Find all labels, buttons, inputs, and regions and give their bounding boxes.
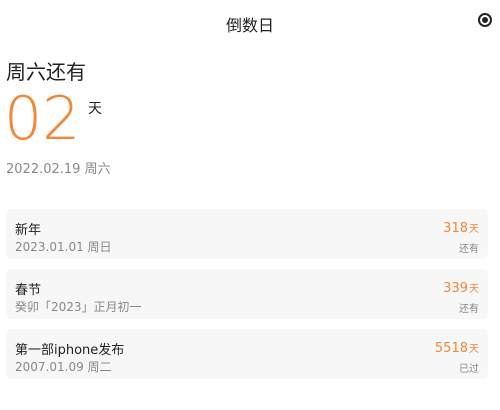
event-days-number: 5518	[434, 341, 468, 356]
event-status: 还有	[459, 304, 479, 315]
event-title: 新年	[15, 223, 42, 238]
hero-caption: 周六还有	[6, 60, 86, 84]
event-date: 2023.01.01 周日	[15, 240, 112, 254]
event-title: 春节	[15, 283, 42, 298]
hero-target-date: 2022.02.19 周六	[6, 162, 111, 177]
hero-days-unit: 天	[88, 101, 102, 117]
page-title: 倒数日	[225, 16, 274, 35]
event-list: 新年 2023.01.01 周日 318天 还有 春节 癸卯「2023」正月初一…	[6, 209, 488, 389]
event-days-unit: 天	[469, 344, 479, 355]
event-title: 第一部iphone发布	[15, 343, 125, 358]
record-target-icon[interactable]	[478, 13, 492, 27]
event-days-unit: 天	[469, 284, 479, 295]
nav-bar: 倒数日	[0, 0, 500, 44]
hero-days-count: 02	[4, 84, 81, 154]
event-days-unit: 天	[469, 224, 479, 235]
event-status: 还有	[459, 244, 479, 255]
countdown-page: 倒数日 周六还有 02 天 2022.02.19 周六 新年 2023.01.0…	[0, 0, 500, 410]
event-date: 癸卯「2023」正月初一	[15, 300, 142, 314]
event-days: 339天	[443, 280, 479, 296]
event-days-number: 318	[443, 221, 468, 236]
event-card-new-year[interactable]: 新年 2023.01.01 周日 318天 还有	[6, 209, 488, 259]
event-days: 318天	[443, 220, 479, 236]
event-date: 2007.01.09 周二	[15, 360, 112, 374]
record-dot	[482, 17, 488, 23]
event-status: 已过	[459, 364, 479, 375]
event-days: 5518天	[435, 340, 479, 356]
event-card-iphone-release[interactable]: 第一部iphone发布 2007.01.09 周二 5518天 已过	[6, 329, 488, 379]
event-card-spring-festival[interactable]: 春节 癸卯「2023」正月初一 339天 还有	[6, 269, 488, 319]
event-days-number: 339	[443, 281, 468, 296]
